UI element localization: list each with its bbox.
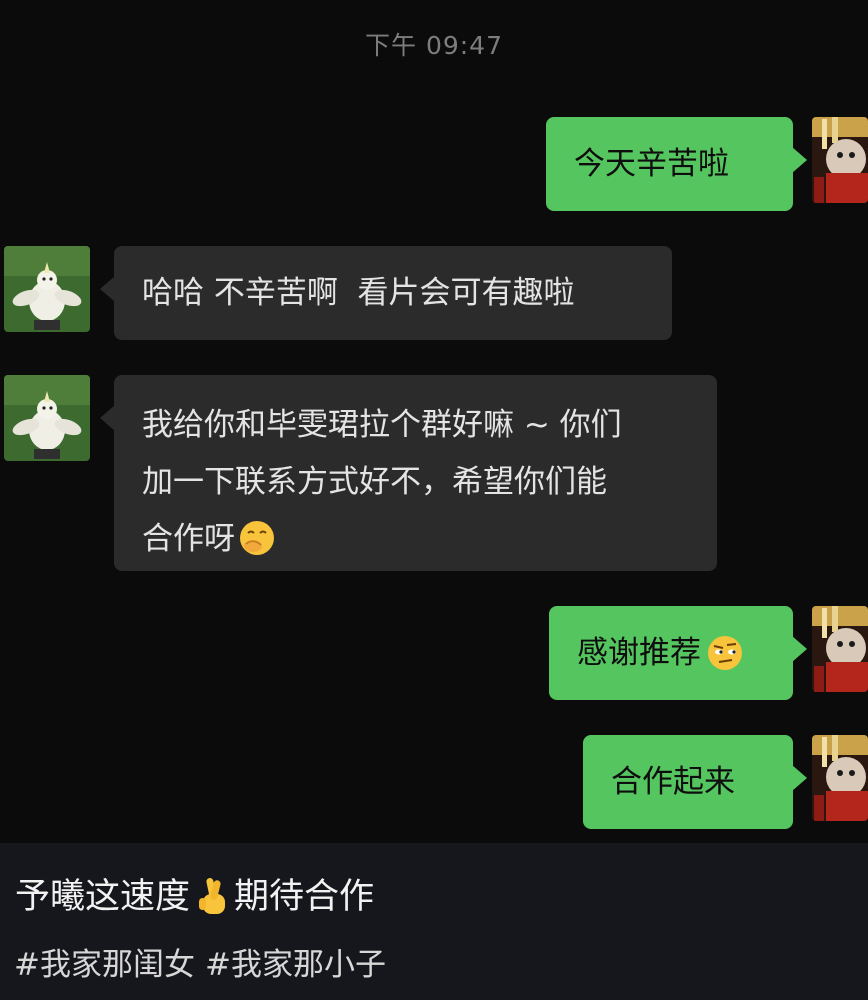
post-caption: 予曦这速度 期待合作: [15, 873, 374, 921]
crossed-fingers-emoji-icon: [199, 878, 226, 914]
raised-eyebrow-emoji-icon: [708, 636, 742, 670]
message-timestamp: 下午 09:47: [365, 31, 503, 60]
post-caption-area: 予曦这速度 期待合作 #我家那闺女 #我家那小子: [0, 843, 868, 1000]
hand-over-mouth-emoji-icon: [240, 521, 274, 555]
message-text: 哈哈 不辛苦啊 看片会可有趣啦: [142, 275, 575, 311]
incoming-message-bubble[interactable]: 哈哈 不辛苦啊 看片会可有趣啦: [100, 246, 672, 340]
outgoing-message-bubble[interactable]: 感谢推荐: [549, 606, 807, 700]
message-line: 加一下联系方式好不，希望你们能: [142, 464, 607, 500]
self-avatar[interactable]: [812, 117, 868, 203]
contact-avatar[interactable]: [4, 375, 90, 461]
message-text: 合作起来: [611, 764, 735, 800]
chat-area: 下午 09:47 今天辛苦啦 哈哈 不辛苦啊 看片会可有趣啦 我给你和毕雯珺拉个…: [0, 0, 868, 843]
message-line-with-emoji: 合作呀: [142, 511, 689, 568]
message-line: 我给你和毕雯珺拉个群好嘛 ~ 你们: [142, 407, 622, 443]
incoming-message-bubble[interactable]: 我给你和毕雯珺拉个群好嘛 ~ 你们 加一下联系方式好不，希望你们能 合作呀: [100, 375, 717, 571]
contact-avatar[interactable]: [4, 246, 90, 332]
message-text: 今天辛苦啦: [574, 146, 729, 182]
message-text: 感谢推荐: [577, 635, 701, 671]
white-bird-avatar-image: [4, 246, 90, 332]
hashtag-link[interactable]: #我家那小子: [205, 947, 386, 983]
red-character-avatar-image: [812, 735, 868, 821]
caption-text-2: 期待合作: [234, 877, 375, 917]
self-avatar[interactable]: [812, 735, 868, 821]
hashtag-link[interactable]: #我家那闺女: [14, 947, 195, 983]
red-character-avatar-image: [812, 606, 868, 692]
bubble-tail: [100, 276, 115, 302]
bubble-tail: [792, 636, 807, 662]
bubble-tail: [792, 147, 807, 173]
bubble-tail: [100, 405, 115, 431]
red-character-avatar-image: [812, 117, 868, 203]
caption-text: 予曦这速度: [15, 877, 191, 917]
outgoing-message-bubble[interactable]: 合作起来: [583, 735, 807, 829]
hashtag-list: #我家那闺女 #我家那小子: [14, 943, 396, 987]
outgoing-message-bubble[interactable]: 今天辛苦啦: [546, 117, 807, 211]
white-bird-avatar-image: [4, 375, 90, 461]
bubble-tail: [792, 765, 807, 791]
self-avatar[interactable]: [812, 606, 868, 692]
